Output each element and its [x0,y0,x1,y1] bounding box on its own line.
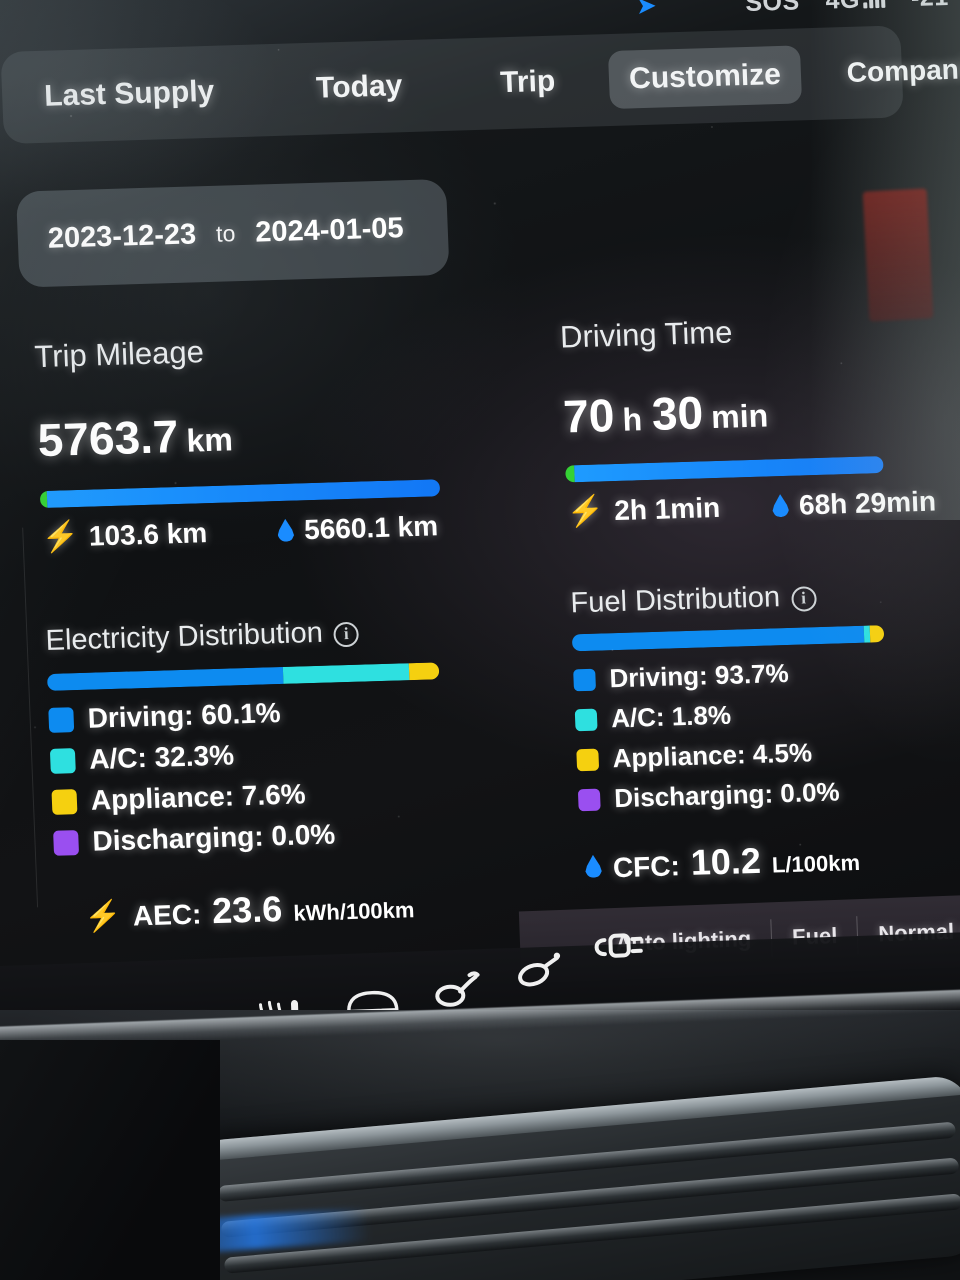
aec-value: 23.6 [211,888,284,932]
date-range-start[interactable]: 2023-12-23 [47,218,197,255]
legend-swatch-discharging [577,788,601,811]
trip-mileage-title: Trip Mileage [33,334,205,375]
electricity-bar-appliance [408,662,440,681]
fuel-distribution-bar [571,625,885,652]
bolt-icon: ⚡ [566,494,605,529]
legend-swatch-ac [574,708,598,731]
legend-label-ac: A/C: 1.8% [610,699,732,734]
column-divider [22,527,39,908]
droplet-icon [772,494,790,517]
fuel-distribution-section: Fuel Distribution i Driving: 93.7% A/C: 1… [570,576,960,888]
info-icon[interactable]: i [790,585,817,612]
aec-unit: kWh/100km [292,897,415,926]
sos-indicator: SOS [744,0,801,17]
legend-swatch-ac [49,747,76,774]
electricity-distribution-bar [46,662,440,691]
tab-last-supply[interactable]: Last Supply [23,62,235,126]
legend-swatch-discharging [53,829,80,856]
fuel-distribution-title: Fuel Distribution [569,581,781,620]
cfc-value: 10.2 [689,839,762,883]
electricity-bar-driving [46,666,284,691]
legend-item: Discharging: 0.0% [577,772,960,815]
driving-time-electric-value: 2h 1min [613,491,721,526]
driving-time-minutes-unit: min [710,397,769,436]
legend-label-discharging: Discharging: 0.0% [91,818,336,857]
legend-item: A/C: 32.3% [49,731,521,777]
date-range-selector[interactable]: 2023-12-23 to 2024-01-05 [15,178,450,288]
legend-item: Discharging: 0.0% [53,813,524,859]
cfc-unit: L/100km [771,849,861,878]
electricity-bar-ac [282,663,410,684]
left-column: Trip Mileage 5763.7 km ⚡ 103.6 km 5660.1 … [34,325,527,936]
fuel-bar-driving [571,625,865,652]
trip-mileage-value: 5763.7 [36,409,180,467]
tab-bar: Last Supply Today Trip Customize Compani… [0,25,960,145]
driving-time-hours-unit: h [621,401,643,438]
legend-item: A/C: 1.8% [574,692,960,735]
trip-mileage-bar-fuel [46,479,441,508]
cfc-metric: CFC: 10.2 L/100km [584,833,960,887]
legend-swatch-driving [573,668,596,691]
trip-mileage-legend: ⚡ 103.6 km 5660.1 km [41,506,512,555]
legend-swatch-appliance [51,788,78,815]
aec-metric: ⚡ AEC: 23.6 kWh/100km [84,881,527,936]
electricity-distribution-section: Electricity Distribution i Driving: 60.1%… [45,611,527,937]
legend-label-appliance: Appliance: 4.5% [612,737,813,774]
red-background-object [862,188,934,322]
droplet-icon [277,519,295,542]
driving-time-hours: 70 [562,389,616,443]
fuel-nozzle-icon[interactable] [513,943,569,993]
aec-label: AEC: [132,898,202,932]
charging-plug-icon[interactable] [588,925,648,973]
oil-pressure-icon[interactable] [429,961,485,1013]
bolt-icon: ⚡ [40,519,80,555]
legend-swatch-driving [48,706,75,733]
legend-item: Driving: 60.1% [48,690,519,736]
date-range-separator: to [215,219,236,247]
photo-scene: ➤ SOS 4G -21° Last Supply Today Trip Cus… [0,0,960,1280]
fuel-bar-appliance [869,625,885,643]
electricity-distribution-title: Electricity Distribution [45,616,324,657]
cfc-label: CFC: [612,850,681,884]
droplet-icon [584,855,602,878]
trip-mileage-fuel: 5660.1 km [277,510,439,547]
location-pin-icon: ➤ [636,0,657,19]
legend-item: Driving: 93.7% [573,652,960,695]
tab-customize[interactable]: Customize [608,45,802,110]
trip-mileage-value-row: 5763.7 km [37,399,509,467]
fuel-distribution-legend: Driving: 93.7% A/C: 1.8% Appliance: 4.5%… [573,652,960,815]
driving-time-electric: ⚡ 2h 1min [566,490,720,530]
legend-label-ac: A/C: 32.3% [88,739,235,775]
trip-mileage-electric-value: 103.6 km [88,516,208,552]
trip-mileage-unit: km [185,421,234,459]
legend-label-driving: Driving: 60.1% [87,697,282,734]
trip-mileage-bar [39,479,441,509]
info-icon[interactable]: i [333,621,360,647]
fuel-distribution-header: Fuel Distribution i [570,576,960,621]
trip-mileage-electric: ⚡ 103.6 km [41,515,208,555]
legend-item: Appliance: 7.6% [51,772,522,818]
legend-swatch-appliance [576,748,600,771]
tab-today[interactable]: Today [295,57,423,119]
bolt-icon: ⚡ [83,899,123,934]
legend-item: Appliance: 4.5% [576,732,960,775]
legend-label-driving: Driving: 93.7% [608,657,790,694]
electricity-distribution-legend: Driving: 60.1% A/C: 32.3% Appliance: 7.6… [48,690,524,859]
driving-time-minutes: 30 [650,386,705,440]
electricity-distribution-header: Electricity Distribution i [45,611,516,658]
date-range-end[interactable]: 2024-01-05 [255,212,405,249]
trip-mileage-fuel-value: 5660.1 km [303,509,439,545]
dark-left-shadow [0,1040,220,1280]
legend-label-discharging: Discharging: 0.0% [613,776,841,814]
tab-trip[interactable]: Trip [479,52,576,113]
legend-label-appliance: Appliance: 7.6% [90,778,307,816]
